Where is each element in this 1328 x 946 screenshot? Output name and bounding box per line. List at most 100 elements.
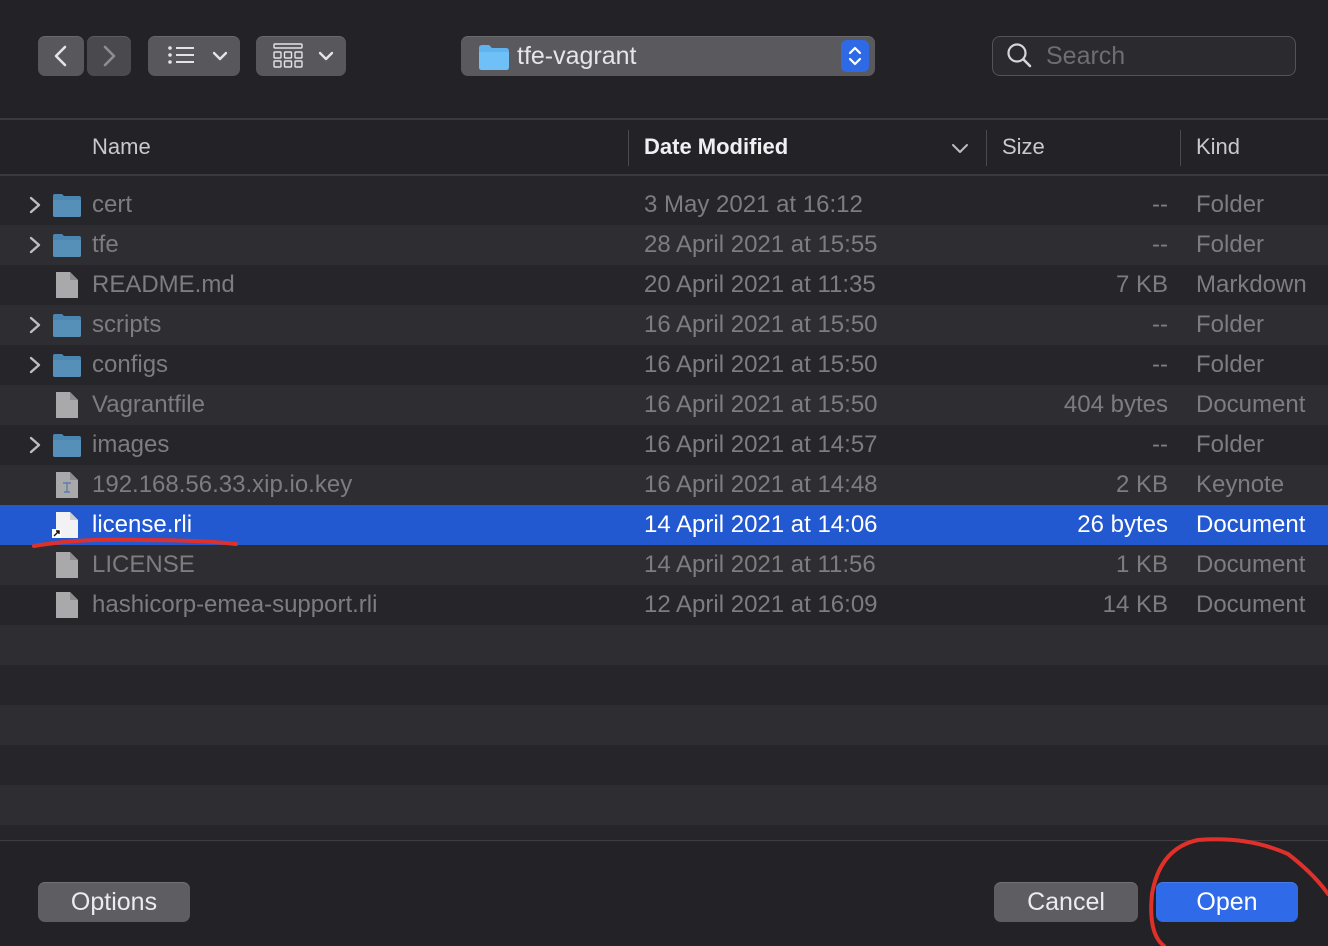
column-date-modified[interactable]: Date Modified xyxy=(644,120,788,174)
empty-row xyxy=(0,705,1328,745)
file-date-modified: 16 April 2021 at 15:50 xyxy=(644,311,878,338)
search-placeholder: Search xyxy=(1046,42,1126,70)
document-icon xyxy=(56,552,78,578)
list-icon xyxy=(168,46,228,64)
empty-row xyxy=(0,665,1328,705)
search-icon xyxy=(1007,43,1032,68)
file-kind: Document xyxy=(1196,551,1306,578)
file-kind: Folder xyxy=(1196,231,1265,258)
file-row[interactable]: LICENSE 14 April 2021 at 11:56 1 KB Documen… xyxy=(0,545,1328,585)
file-row[interactable]: hashicorp-emea-support.rli 12 April 2021 … xyxy=(0,585,1328,625)
file-kind: Markdown xyxy=(1196,271,1307,298)
disclosure-triangle-icon[interactable] xyxy=(27,196,43,214)
column-name[interactable]: Name xyxy=(92,120,151,174)
empty-row xyxy=(0,625,1328,665)
document-icon xyxy=(56,392,78,418)
file-list: cert 3 May 2021 at 16:12 -- Folder tfe 28 Apr… xyxy=(0,185,1328,825)
divider xyxy=(0,840,1328,841)
file-row[interactable]: license.rli 14 April 2021 at 14:06 26 byte… xyxy=(0,505,1328,545)
file-row[interactable]: 192.168.56.33.xip.io.key 16 April 2021 at… xyxy=(0,465,1328,505)
file-size: 7 KB xyxy=(1115,271,1168,298)
file-row[interactable]: Vagrantfile 16 April 2021 at 15:50 404 byt… xyxy=(0,385,1328,425)
file-name: 192.168.56.33.xip.io.key xyxy=(92,471,353,498)
alias-file-icon xyxy=(52,512,78,538)
keynote-file-icon xyxy=(56,472,78,498)
forward-button[interactable] xyxy=(87,36,131,76)
file-date-modified: 28 April 2021 at 15:55 xyxy=(644,231,878,258)
file-name: Vagrantfile xyxy=(92,391,205,418)
up-down-chevron-icon xyxy=(848,46,862,66)
folder-icon xyxy=(53,314,81,337)
folder-icon xyxy=(53,234,81,257)
document-icon xyxy=(56,592,78,618)
file-row[interactable]: README.md 20 April 2021 at 11:35 7 KB Markd… xyxy=(0,265,1328,305)
file-kind: Folder xyxy=(1196,351,1265,378)
toolbar: tfe-vagrant Search xyxy=(0,0,1328,118)
chevron-down-icon xyxy=(212,51,228,61)
file-name: hashicorp-emea-support.rli xyxy=(92,591,378,618)
file-size: 14 KB xyxy=(1102,591,1168,618)
list-view-button[interactable] xyxy=(148,36,240,76)
file-size: 404 bytes xyxy=(1063,391,1168,418)
folder-path-popup[interactable]: tfe-vagrant xyxy=(461,36,875,76)
open-button[interactable]: Open xyxy=(1156,882,1298,922)
file-date-modified: 14 April 2021 at 11:56 xyxy=(644,551,876,578)
file-name: license.rli xyxy=(92,511,193,538)
column-kind[interactable]: Kind xyxy=(1196,120,1240,174)
folder-icon xyxy=(53,354,81,377)
file-kind: Folder xyxy=(1196,431,1265,458)
file-kind: Keynote xyxy=(1196,471,1285,498)
file-name: cert xyxy=(92,191,133,218)
column-separator[interactable] xyxy=(1180,130,1181,166)
file-row[interactable]: scripts 16 April 2021 at 15:50 -- Folder xyxy=(0,305,1328,345)
file-row[interactable]: configs 16 April 2021 at 15:50 -- Folder xyxy=(0,345,1328,385)
column-separator[interactable] xyxy=(628,130,629,166)
file-name: README.md xyxy=(92,271,235,298)
popup-stepper xyxy=(841,40,869,72)
dialog-footer: Options Cancel Open xyxy=(0,842,1328,946)
file-date-modified: 16 April 2021 at 15:50 xyxy=(644,391,878,418)
file-date-modified: 14 April 2021 at 14:06 xyxy=(644,511,878,538)
disclosure-triangle-icon[interactable] xyxy=(27,356,43,374)
file-name: LICENSE xyxy=(92,551,195,578)
file-date-modified: 16 April 2021 at 14:57 xyxy=(644,431,878,458)
column-separator[interactable] xyxy=(986,130,987,166)
file-name: scripts xyxy=(92,311,162,338)
file-name: images xyxy=(92,431,170,458)
disclosure-triangle-icon[interactable] xyxy=(27,436,43,454)
cancel-button[interactable]: Cancel xyxy=(994,882,1138,922)
file-size: 26 bytes xyxy=(1077,511,1168,538)
grid-icon xyxy=(273,43,334,68)
file-date-modified: 20 April 2021 at 11:35 xyxy=(644,271,876,298)
empty-row xyxy=(0,785,1328,825)
file-row[interactable]: cert 3 May 2021 at 16:12 -- Folder xyxy=(0,185,1328,225)
file-row[interactable]: images 16 April 2021 at 14:57 -- Folder xyxy=(0,425,1328,465)
file-date-modified: 3 May 2021 at 16:12 xyxy=(644,191,863,218)
file-row[interactable]: tfe 28 April 2021 at 15:55 -- Folder xyxy=(0,225,1328,265)
disclosure-triangle-icon[interactable] xyxy=(27,316,43,334)
folder-icon xyxy=(53,434,81,457)
column-header: Name Date Modified Size Kind xyxy=(0,120,1328,174)
file-size: -- xyxy=(1152,311,1168,338)
chevron-left-icon xyxy=(54,45,67,67)
file-kind: Folder xyxy=(1196,191,1265,218)
current-folder-label: tfe-vagrant xyxy=(517,42,637,70)
document-icon xyxy=(56,272,78,298)
search-field[interactable]: Search xyxy=(992,36,1296,76)
file-size: -- xyxy=(1152,231,1168,258)
column-size[interactable]: Size xyxy=(1002,120,1045,174)
options-button[interactable]: Options xyxy=(38,882,190,922)
file-name: configs xyxy=(92,351,169,378)
grid-view-button[interactable] xyxy=(256,36,346,76)
file-date-modified: 12 April 2021 at 16:09 xyxy=(644,591,878,618)
file-kind: Document xyxy=(1196,391,1306,418)
file-size: -- xyxy=(1152,351,1168,378)
file-name: tfe xyxy=(92,231,119,258)
empty-row xyxy=(0,745,1328,785)
back-button[interactable] xyxy=(38,36,84,76)
chevron-right-icon xyxy=(103,45,116,67)
file-size: -- xyxy=(1152,431,1168,458)
file-size: 2 KB xyxy=(1115,471,1168,498)
file-kind: Folder xyxy=(1196,311,1265,338)
disclosure-triangle-icon[interactable] xyxy=(27,236,43,254)
